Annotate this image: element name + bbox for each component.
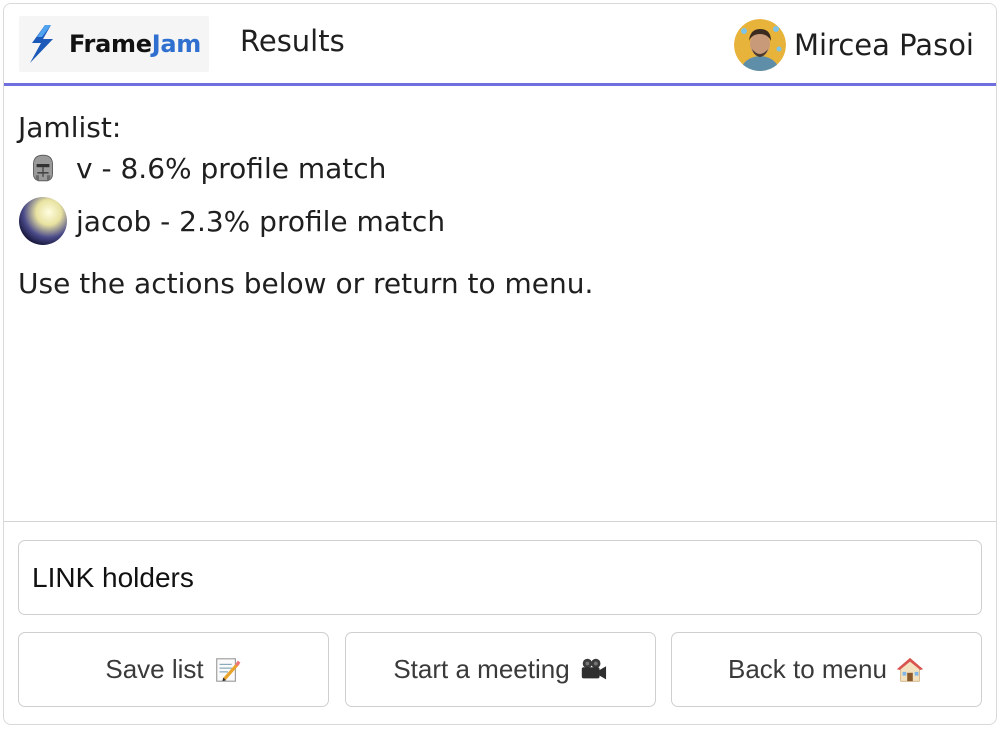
instruction-text: Use the actions below or return to menu. (18, 267, 594, 300)
mask-icon (18, 143, 68, 193)
house-icon (895, 655, 925, 685)
avatar[interactable] (733, 19, 786, 71)
user-name: Mircea Pasoi (793, 28, 974, 62)
user-avatar-icon (733, 19, 786, 71)
save-list-label: Save list (105, 654, 204, 684)
list-item-text: v - 8.6% profile match (76, 151, 387, 185)
video-camera-icon (578, 655, 608, 685)
orb-icon (18, 196, 68, 246)
save-list-button[interactable]: Save list (18, 632, 329, 707)
page-title: Results (240, 24, 345, 58)
memo-icon (212, 655, 242, 685)
back-to-menu-label: Back to menu (728, 654, 887, 684)
results-content: Jamlist: v - 8.6% profile match jacob - … (4, 89, 996, 522)
jamlist-heading: Jamlist: (18, 111, 122, 144)
brand-name-jam: Jam (151, 30, 202, 58)
list-item-text: jacob - 2.3% profile match (76, 204, 446, 238)
brand-name: FrameJam (69, 30, 201, 58)
header: FrameJam Results Mircea Pasoi (4, 4, 996, 86)
list-item[interactable]: v - 8.6% profile match (18, 144, 386, 192)
text-input-container (18, 540, 982, 615)
start-meeting-label: Start a meeting (393, 654, 570, 684)
brand-logo: FrameJam (19, 16, 209, 72)
list-name-input[interactable] (19, 541, 981, 614)
start-meeting-button[interactable]: Start a meeting (345, 632, 656, 707)
lightning-bolt-icon (30, 25, 53, 63)
list-item[interactable]: jacob - 2.3% profile match (18, 197, 445, 245)
user-profile[interactable]: Mircea Pasoi (733, 18, 974, 72)
brand-name-frame: Frame (69, 30, 152, 58)
back-to-menu-button[interactable]: Back to menu (671, 632, 982, 707)
app-frame: FrameJam Results Mircea Pasoi Jamlist: v… (3, 3, 997, 725)
